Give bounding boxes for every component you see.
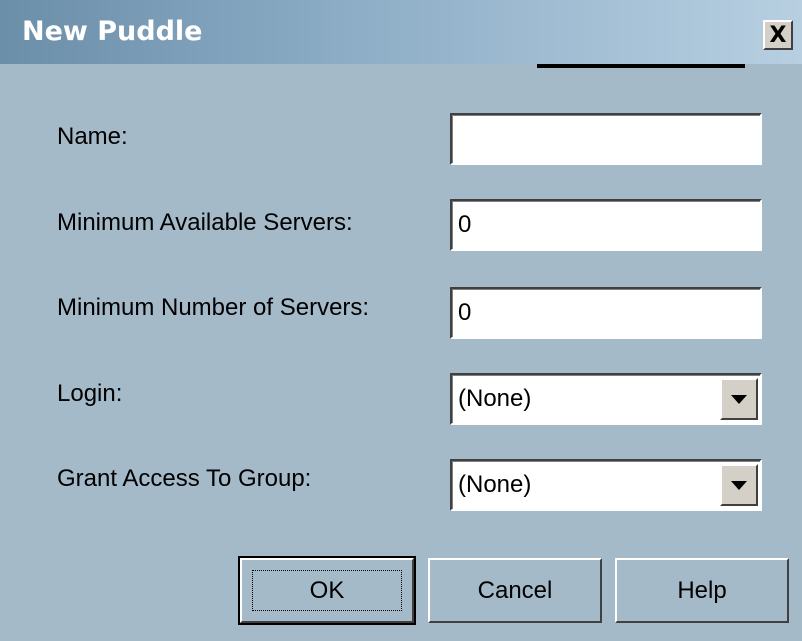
grant-access-group-dropdown-button[interactable] [720,464,758,506]
min-number-servers-label: Minimum Number of Servers: [57,294,370,321]
grant-access-group-select[interactable]: (None) [450,459,762,511]
chevron-down-icon [731,394,747,404]
dialog-title: New Puddle [22,16,203,47]
login-dropdown-button[interactable] [720,378,758,420]
name-input[interactable] [458,115,760,163]
close-icon: X [769,22,787,48]
name-label: Name: [57,123,128,150]
min-available-servers-value: 0 [458,211,472,238]
title-bar[interactable]: New Puddle X [0,0,802,64]
name-field[interactable] [450,113,762,165]
cancel-button-label: Cancel [477,576,553,604]
close-button[interactable]: X [763,20,793,50]
min-number-servers-value: 0 [458,299,472,326]
help-button[interactable]: Help [615,558,789,623]
login-select[interactable]: (None) [450,373,762,425]
min-number-servers-field[interactable]: 0 [450,287,762,339]
min-available-servers-field[interactable]: 0 [450,199,762,251]
cancel-button[interactable]: Cancel [428,558,602,623]
login-selected-value: (None) [458,385,532,412]
chevron-down-icon [731,480,747,490]
min-available-servers-label: Minimum Available Servers: [57,209,353,236]
grant-access-group-label: Grant Access To Group: [57,465,312,492]
grant-access-group-selected-value: (None) [458,471,532,498]
new-puddle-dialog: New Puddle X Name: Minimum Available Ser… [0,0,802,641]
header-divider [537,64,745,68]
login-label: Login: [57,380,123,407]
ok-button[interactable]: OK [238,556,416,625]
help-button-label: Help [677,576,727,604]
focus-ring [252,570,402,611]
